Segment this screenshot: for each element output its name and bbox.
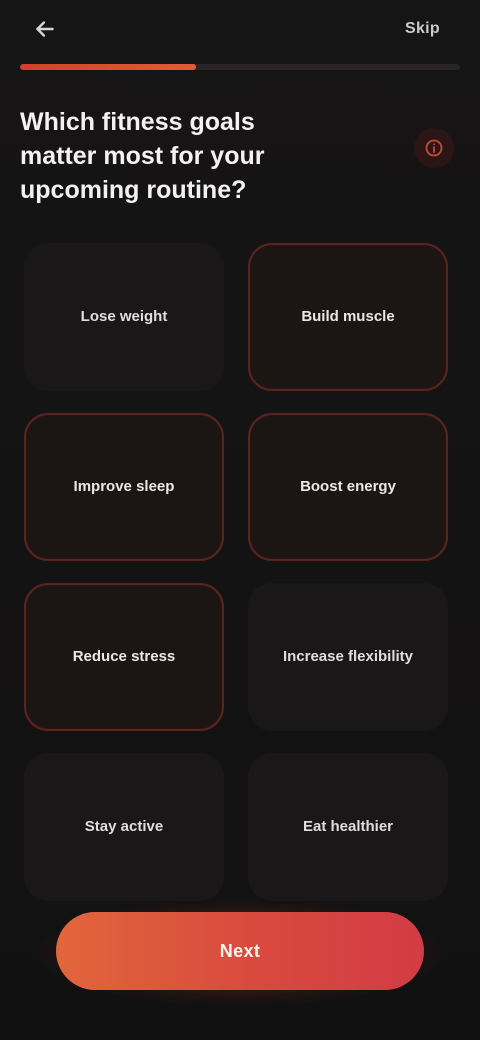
goal-option-label: Improve sleep [73, 478, 175, 496]
goal-option-label: Lose weight [80, 308, 168, 326]
progress-bar [20, 64, 460, 70]
goal-option-card[interactable]: Improve sleep [24, 413, 224, 562]
goal-options-grid: Lose weight Build muscle Improve sleep B… [20, 243, 460, 902]
arrow-left-icon [36, 21, 54, 37]
top-bar: Skip [20, 0, 460, 58]
goal-option-card[interactable]: Reduce stress [24, 583, 224, 732]
goal-option-card[interactable]: Stay active [24, 753, 224, 902]
goal-option-card[interactable]: Lose weight [24, 243, 224, 392]
goal-option-label: Eat healthier [302, 818, 394, 836]
goal-option-card[interactable]: Boost energy [248, 413, 448, 562]
goal-option-label: Boost energy [300, 478, 396, 496]
back-button[interactable] [24, 8, 66, 50]
goal-option-label: Increase flexibility [282, 648, 414, 666]
onboarding-screen: Skip Which fitness goals matter most for… [0, 0, 480, 1040]
goal-option-label: Build muscle [301, 308, 395, 326]
cta-container: Next [36, 898, 444, 1006]
skip-button[interactable]: Skip [391, 12, 454, 46]
goal-option-card[interactable]: Increase flexibility [248, 583, 448, 732]
info-button[interactable] [414, 128, 454, 168]
page-title: Which fitness goals matter most for your… [20, 108, 265, 204]
goal-option-label: Reduce stress [72, 648, 176, 666]
goal-option-card[interactable]: Build muscle [248, 243, 448, 392]
next-button[interactable]: Next [56, 912, 424, 990]
goal-option-label: Stay active [84, 818, 164, 836]
title-row: Which fitness goals matter most for your… [20, 106, 460, 207]
goal-option-card[interactable]: Eat healthier [248, 753, 448, 902]
progress-fill [20, 64, 196, 70]
info-icon [425, 139, 443, 157]
